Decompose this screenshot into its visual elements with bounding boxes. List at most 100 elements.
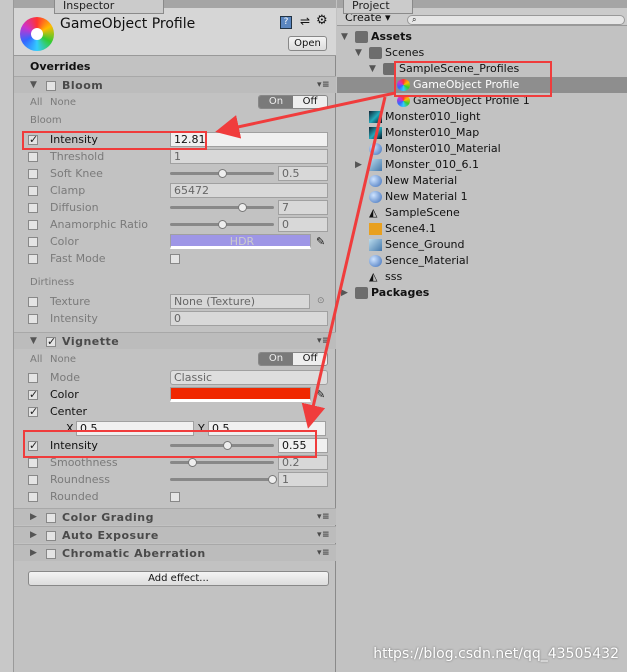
- toggle-checkbox[interactable]: [170, 492, 180, 502]
- override-checkbox[interactable]: [28, 237, 38, 247]
- eyedropper-icon[interactable]: ✎: [316, 233, 325, 250]
- tree-item[interactable]: Monster010_light: [337, 109, 627, 125]
- tree-item[interactable]: Sence_Material: [337, 253, 627, 269]
- tree-item[interactable]: New Material: [337, 173, 627, 189]
- vignette-header[interactable]: ▼ Vignette ▾≡: [14, 332, 336, 350]
- add-effect-button[interactable]: Add effect...: [28, 571, 329, 586]
- vignette-off-button[interactable]: Off: [293, 353, 327, 365]
- bloom-off-button[interactable]: Off: [293, 96, 327, 108]
- preset-icon[interactable]: ⇌: [300, 14, 310, 28]
- color-field[interactable]: HDR: [170, 234, 311, 249]
- gear-icon[interactable]: ⚙: [316, 13, 328, 28]
- vignette-none-button[interactable]: None: [50, 351, 76, 368]
- expand-arrow-icon[interactable]: ▼: [30, 333, 37, 350]
- help-icon[interactable]: ?: [280, 16, 292, 29]
- override-checkbox[interactable]: [28, 475, 38, 485]
- override-checkbox[interactable]: [28, 492, 38, 502]
- override-checkbox[interactable]: [28, 220, 38, 230]
- slider-track[interactable]: [170, 478, 274, 481]
- bloom-enable-checkbox[interactable]: [46, 81, 56, 91]
- slider-handle[interactable]: [218, 169, 227, 178]
- value-field[interactable]: 12.81: [170, 132, 328, 147]
- override-checkbox[interactable]: [28, 458, 38, 468]
- search-input[interactable]: ⌕: [407, 15, 625, 25]
- toggle-checkbox[interactable]: [170, 254, 180, 264]
- vignette-on-button[interactable]: On: [259, 353, 293, 365]
- slider-handle[interactable]: [188, 458, 197, 467]
- slider-handle[interactable]: [238, 203, 247, 212]
- tree-item[interactable]: Monster010_Map: [337, 125, 627, 141]
- y-field[interactable]: 0.5: [208, 421, 326, 436]
- bloom-on-button[interactable]: On: [259, 96, 293, 108]
- slider-handle[interactable]: [268, 475, 277, 484]
- vignette-enable-checkbox[interactable]: [46, 333, 57, 350]
- value-field[interactable]: 0.55: [278, 438, 328, 453]
- tree-item[interactable]: ▼ Scenes: [337, 45, 627, 61]
- slider-track[interactable]: [170, 444, 274, 447]
- eyedropper-icon[interactable]: ✎: [316, 386, 325, 403]
- tree-item[interactable]: ▶ Monster_010_6.1: [337, 157, 627, 173]
- override-checkbox[interactable]: [28, 403, 38, 420]
- effect-enable-checkbox[interactable]: [46, 513, 56, 523]
- override-checkbox[interactable]: [28, 203, 38, 213]
- effect-enable-checkbox[interactable]: [46, 531, 56, 541]
- tree-item[interactable]: Sence_Ground: [337, 237, 627, 253]
- tree-item[interactable]: GameObject Profile: [337, 77, 627, 93]
- expand-arrow-icon[interactable]: ▶: [341, 285, 348, 301]
- tree-item[interactable]: GameObject Profile 1: [337, 93, 627, 109]
- slider-track[interactable]: [170, 461, 274, 464]
- effect-menu-icon[interactable]: ▾≡: [317, 545, 330, 562]
- expand-arrow-icon[interactable]: ▶: [30, 527, 37, 544]
- value-field[interactable]: 65472: [170, 183, 328, 198]
- bloom-header[interactable]: ▼ Bloom ▾≡: [14, 76, 336, 93]
- override-checkbox[interactable]: [28, 437, 38, 454]
- override-checkbox[interactable]: [28, 131, 38, 148]
- effect-menu-icon[interactable]: ▾≡: [317, 527, 330, 544]
- tree-item[interactable]: Scene4.1: [337, 221, 627, 237]
- object-field[interactable]: None (Texture): [170, 294, 310, 309]
- expand-arrow-icon[interactable]: ▼: [369, 61, 376, 77]
- tree-item[interactable]: Monster010_Material: [337, 141, 627, 157]
- override-checkbox[interactable]: [28, 386, 38, 403]
- override-checkbox[interactable]: [28, 314, 38, 324]
- expand-arrow-icon[interactable]: ▼: [341, 29, 348, 45]
- tree-item[interactable]: ◭ sss: [337, 269, 627, 285]
- tree-item[interactable]: ▶ Packages: [337, 285, 627, 301]
- effect-enable-checkbox[interactable]: [46, 549, 56, 559]
- override-checkbox[interactable]: [28, 169, 38, 179]
- effect-header[interactable]: ▶ Color Grading ▾≡: [14, 508, 336, 525]
- bloom-none-button[interactable]: None: [50, 94, 76, 111]
- expand-arrow-icon[interactable]: ▶: [30, 545, 37, 562]
- vignette-menu-icon[interactable]: ▾≡: [317, 333, 330, 350]
- override-checkbox[interactable]: [28, 152, 38, 162]
- vignette-on-off-toggle[interactable]: On Off: [258, 352, 328, 366]
- value-field[interactable]: 0.5: [278, 166, 328, 181]
- dropdown[interactable]: Classic: [170, 370, 328, 385]
- override-checkbox[interactable]: [28, 297, 38, 307]
- tree-item[interactable]: New Material 1: [337, 189, 627, 205]
- slider-handle[interactable]: [218, 220, 227, 229]
- x-field[interactable]: 0.5: [76, 421, 194, 436]
- effect-header[interactable]: ▶ Chromatic Aberration ▾≡: [14, 544, 336, 561]
- bloom-on-off-toggle[interactable]: On Off: [258, 95, 328, 109]
- effect-menu-icon[interactable]: ▾≡: [317, 509, 330, 526]
- bloom-menu-icon[interactable]: ▾≡: [317, 77, 330, 94]
- color-field[interactable]: [170, 387, 311, 402]
- vignette-all-button[interactable]: All: [30, 351, 42, 368]
- tree-item[interactable]: ▼ SampleScene_Profiles: [337, 61, 627, 77]
- value-field[interactable]: 0: [170, 311, 328, 326]
- override-checkbox[interactable]: [28, 373, 38, 383]
- value-field[interactable]: 0: [278, 217, 328, 232]
- value-field[interactable]: 1: [170, 149, 328, 164]
- tree-item[interactable]: ▼ Assets: [337, 29, 627, 45]
- value-field[interactable]: 1: [278, 472, 328, 487]
- inspector-tab[interactable]: Inspector: [54, 0, 164, 14]
- tree-item[interactable]: ◭ SampleScene: [337, 205, 627, 221]
- expand-arrow-icon[interactable]: ▶: [30, 509, 37, 526]
- override-checkbox[interactable]: [28, 186, 38, 196]
- value-field[interactable]: 7: [278, 200, 328, 215]
- expand-arrow-icon[interactable]: ▶: [355, 157, 362, 173]
- object-picker-icon[interactable]: ⊙: [317, 293, 325, 310]
- effect-header[interactable]: ▶ Auto Exposure ▾≡: [14, 526, 336, 543]
- value-field[interactable]: 0.2: [278, 455, 328, 470]
